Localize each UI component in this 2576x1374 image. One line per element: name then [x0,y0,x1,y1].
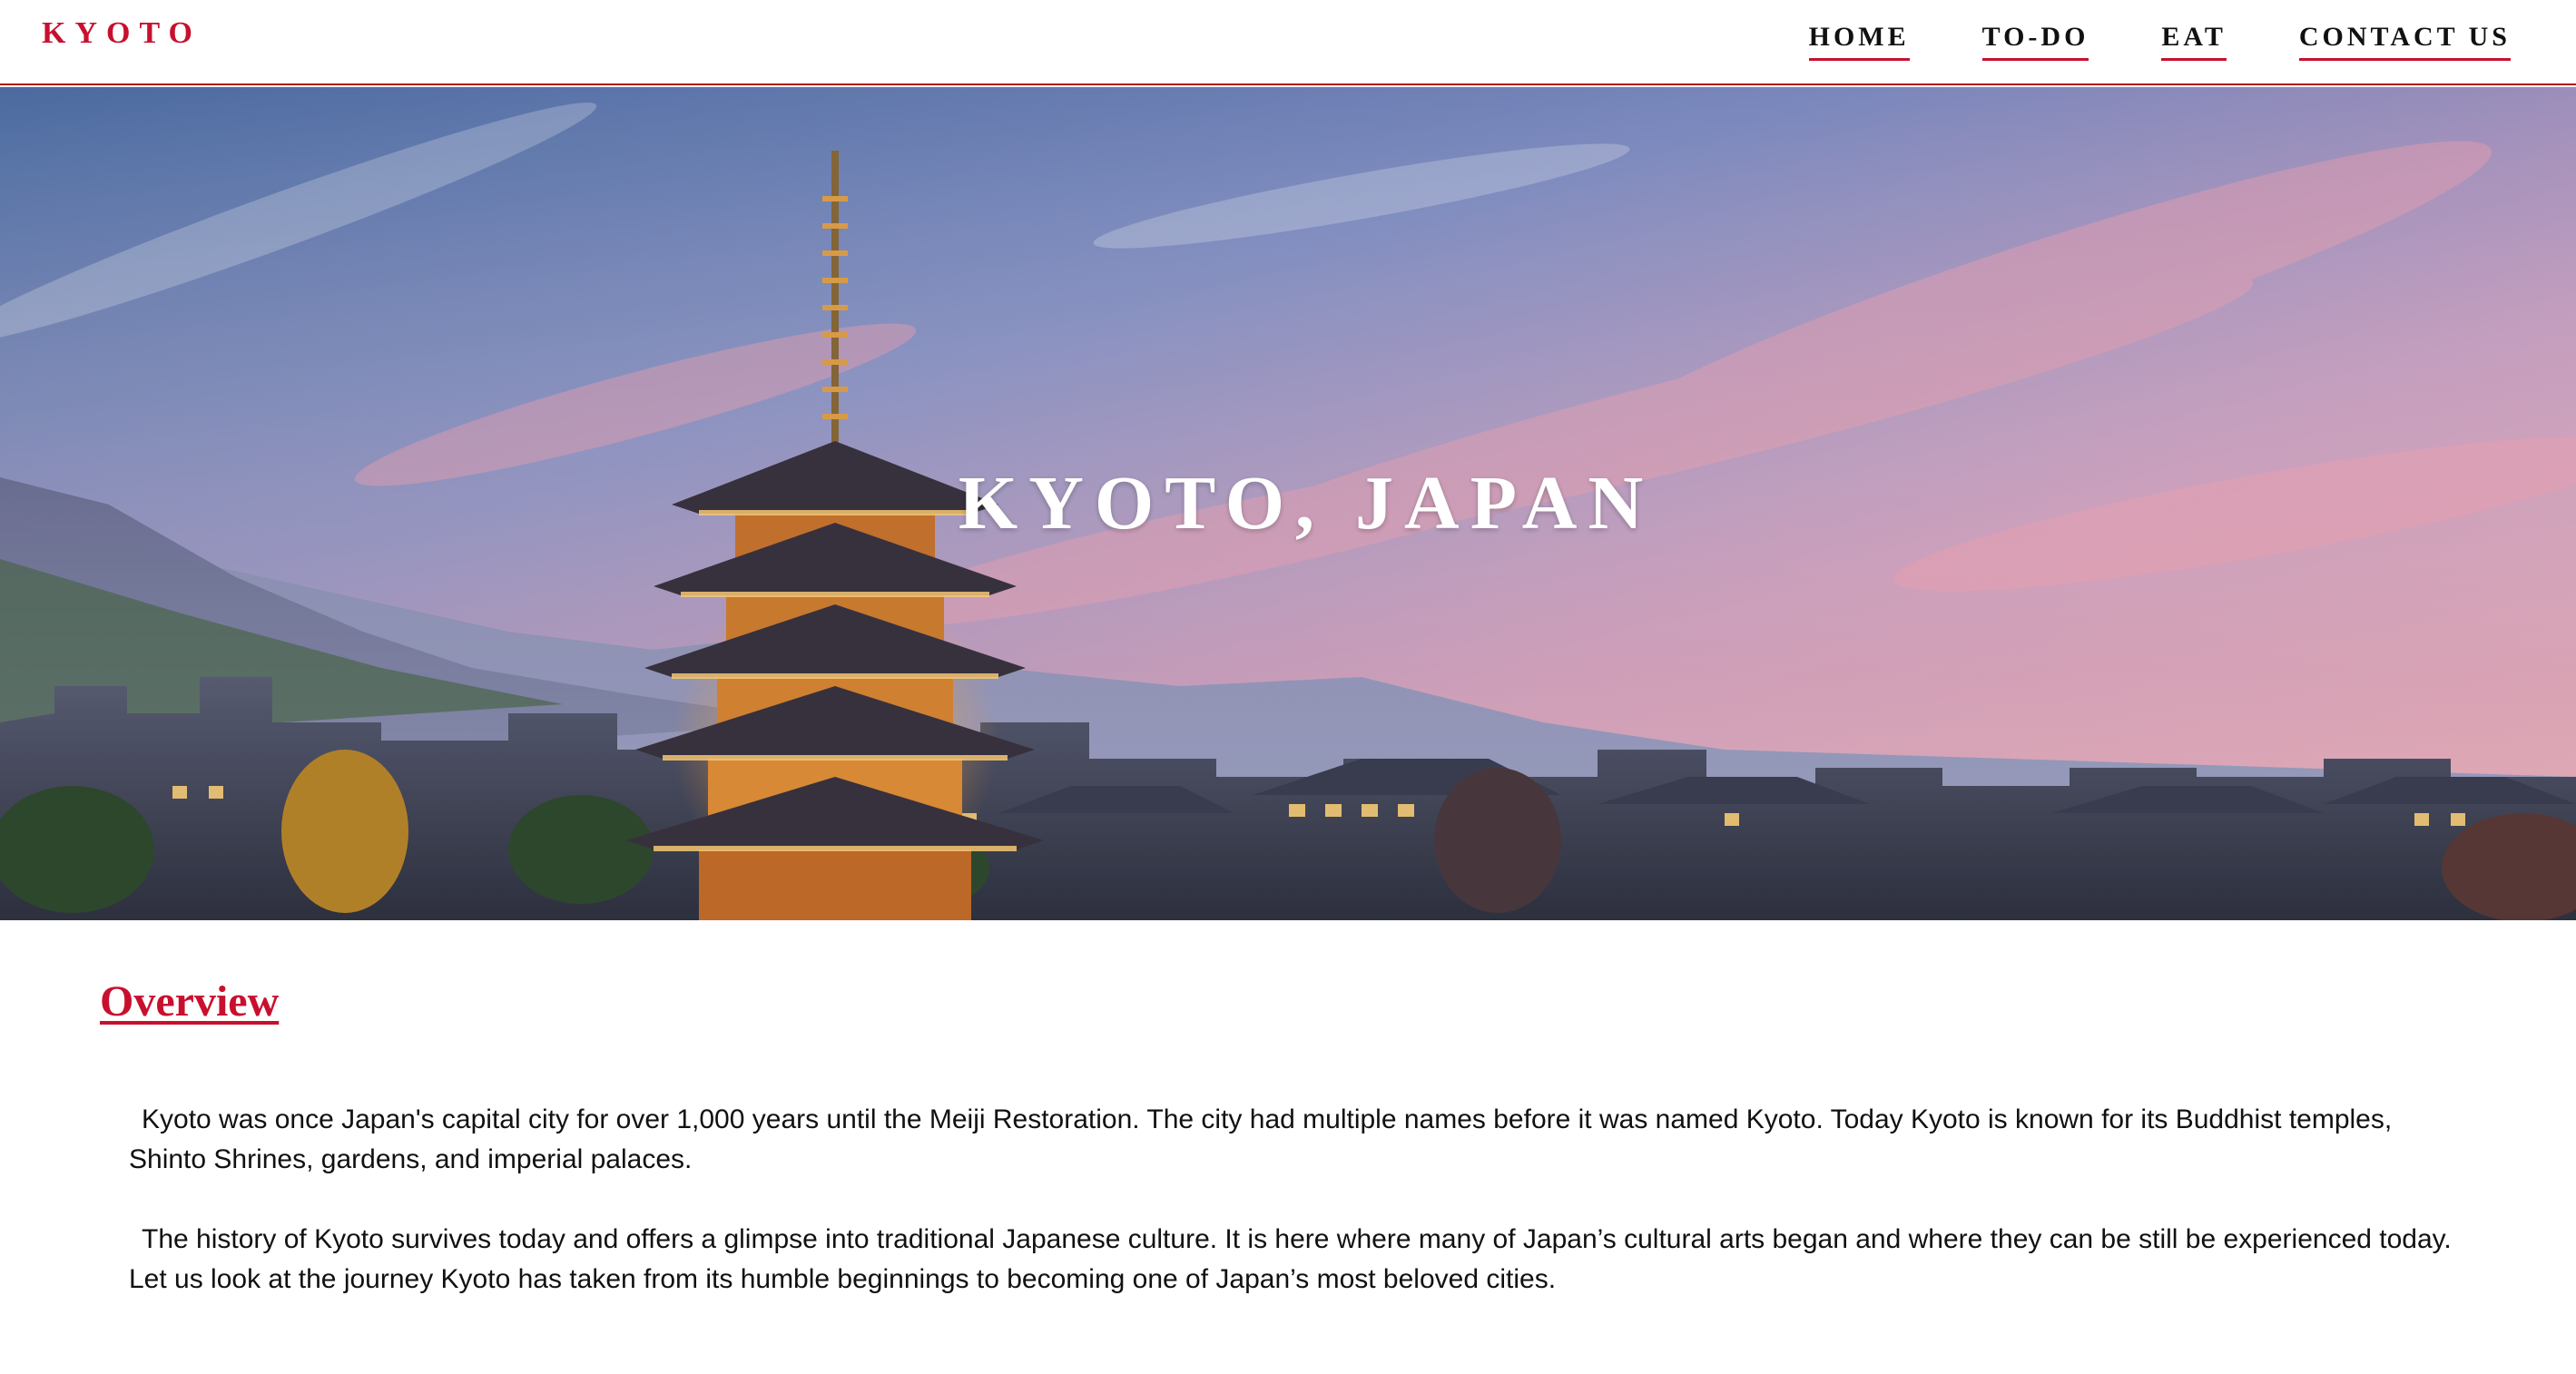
brand-logo-link[interactable]: KYOTO [42,16,202,51]
hero-banner: KYOTO, JAPAN [0,87,2576,920]
nav-links: HOME TO-DO EAT CONTACT US [1808,20,2511,61]
nav-link-home[interactable]: HOME [1808,20,1910,61]
nav-link-contact-us[interactable]: CONTACT US [2298,20,2511,61]
overview-section: Overview Kyoto was once Japan's capital … [0,920,2576,1374]
nav-link-todo[interactable]: TO-DO [1981,20,2089,61]
top-nav: KYOTO HOME TO-DO EAT CONTACT US [0,0,2576,85]
overview-paragraph-2: The history of Kyoto survives today and … [129,1224,2452,1294]
overview-paragraph-1: Kyoto was once Japan's capital city for … [129,1104,2393,1174]
nav-link-eat[interactable]: EAT [2161,20,2227,61]
overview-heading: Overview [100,977,280,1026]
hero-title-text: KYOTO, JAPAN [958,461,1655,545]
hero-title: KYOTO, JAPAN [0,459,2576,547]
